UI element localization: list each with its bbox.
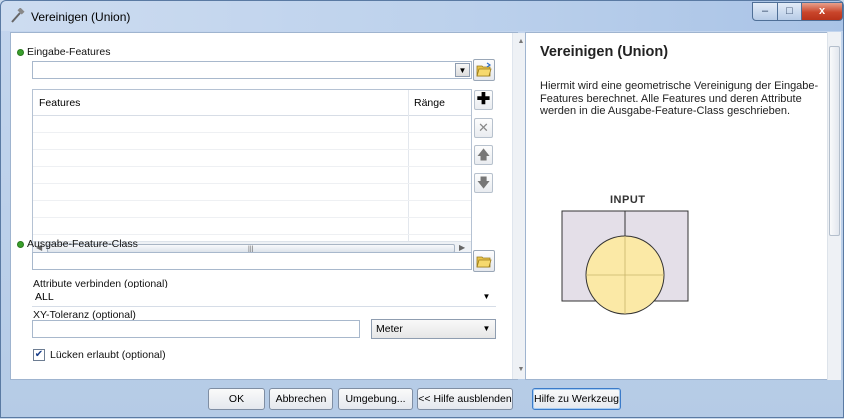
input-features-combo[interactable]: ▼ <box>32 61 472 79</box>
maximize-button[interactable]: □ <box>777 2 802 21</box>
help-title: Vereinigen (Union) <box>540 44 669 60</box>
gaps-allowed-checkbox[interactable]: ✔ <box>33 349 45 361</box>
minimize-button[interactable]: – <box>752 2 778 21</box>
output-feature-class-label: Ausgabe-Feature-Class <box>17 238 138 250</box>
parameters-panel: Eingabe-Features ▼ Features Ränge ◀ ||| … <box>10 32 528 380</box>
button-bar: OK Abbrechen Umgebung... << Hilfe ausble… <box>1 381 843 419</box>
hammer-icon <box>11 8 25 23</box>
add-row-button[interactable]: ✚ <box>474 90 493 110</box>
remove-row-button[interactable]: ✕ <box>474 118 493 138</box>
table-row[interactable] <box>33 151 471 167</box>
environments-button[interactable]: Umgebung... <box>338 388 413 410</box>
tool-help-button[interactable]: Hilfe zu Werkzeug <box>532 388 621 410</box>
chevron-down-icon[interactable]: ▼ <box>455 63 470 77</box>
required-dot-icon <box>17 48 24 56</box>
required-dot-icon <box>17 240 24 248</box>
help-vertical-scrollbar[interactable] <box>827 32 841 380</box>
checkmark-icon: ✔ <box>34 349 44 360</box>
join-attributes-value: ALL <box>35 291 54 303</box>
scrollbar-thumb[interactable] <box>829 46 840 236</box>
x-icon: ✕ <box>478 120 489 135</box>
join-attributes-select[interactable]: ALL ▼ <box>32 288 496 306</box>
chevron-down-icon[interactable]: ▼ <box>479 290 494 304</box>
cancel-button[interactable]: Abbrechen <box>269 388 333 410</box>
help-panel: Vereinigen (Union) Hiermit wird eine geo… <box>525 32 836 380</box>
xy-tolerance-input[interactable] <box>32 320 360 338</box>
table-row[interactable] <box>33 219 471 235</box>
diagram-input-label: INPUT <box>610 194 646 206</box>
window-title: Vereinigen (Union) <box>31 10 131 24</box>
column-ranks-header[interactable]: Ränge <box>414 97 445 109</box>
unit-select[interactable]: Meter ▼ <box>371 319 496 339</box>
browse-input-features-button[interactable] <box>473 59 495 81</box>
browse-output-button[interactable] <box>473 250 495 272</box>
table-header: Features Ränge <box>33 90 471 116</box>
input-features-table: Features Ränge ◀ ||| ▶ <box>32 89 472 255</box>
folder-open-icon <box>476 62 492 77</box>
divider <box>32 306 496 307</box>
output-feature-class-input[interactable] <box>32 252 472 270</box>
dialog-window: Vereinigen (Union) – □ x Eingabe-Feature… <box>0 0 844 418</box>
input-features-label: Eingabe-Features <box>17 46 110 58</box>
move-up-button[interactable]: 🡅 <box>474 145 493 165</box>
help-description: Hiermit wird eine geometrische Vereinigu… <box>540 80 819 117</box>
plus-icon: ✚ <box>476 91 491 108</box>
ok-button[interactable]: OK <box>208 388 265 410</box>
title-bar: Vereinigen (Union) – □ x <box>1 1 843 31</box>
close-button[interactable]: x <box>801 2 843 21</box>
unit-value: Meter <box>376 323 403 335</box>
table-row[interactable] <box>33 168 471 184</box>
table-row[interactable] <box>33 117 471 133</box>
table-row[interactable] <box>33 185 471 201</box>
table-row[interactable] <box>33 134 471 150</box>
gaps-allowed-label: Lücken erlaubt (optional) <box>50 349 166 361</box>
arrow-up-icon: 🡅 <box>476 147 491 162</box>
hide-help-button[interactable]: << Hilfe ausblenden <box>417 388 513 410</box>
column-features-header[interactable]: Features <box>39 97 80 109</box>
scroll-right-icon[interactable]: ▶ <box>459 243 465 252</box>
arrow-down-icon: 🡇 <box>476 175 491 190</box>
union-input-diagram <box>561 210 689 315</box>
chevron-down-icon[interactable]: ▼ <box>479 322 494 336</box>
folder-open-icon <box>476 256 492 268</box>
table-row[interactable] <box>33 202 471 218</box>
move-down-button[interactable]: 🡇 <box>474 173 493 193</box>
